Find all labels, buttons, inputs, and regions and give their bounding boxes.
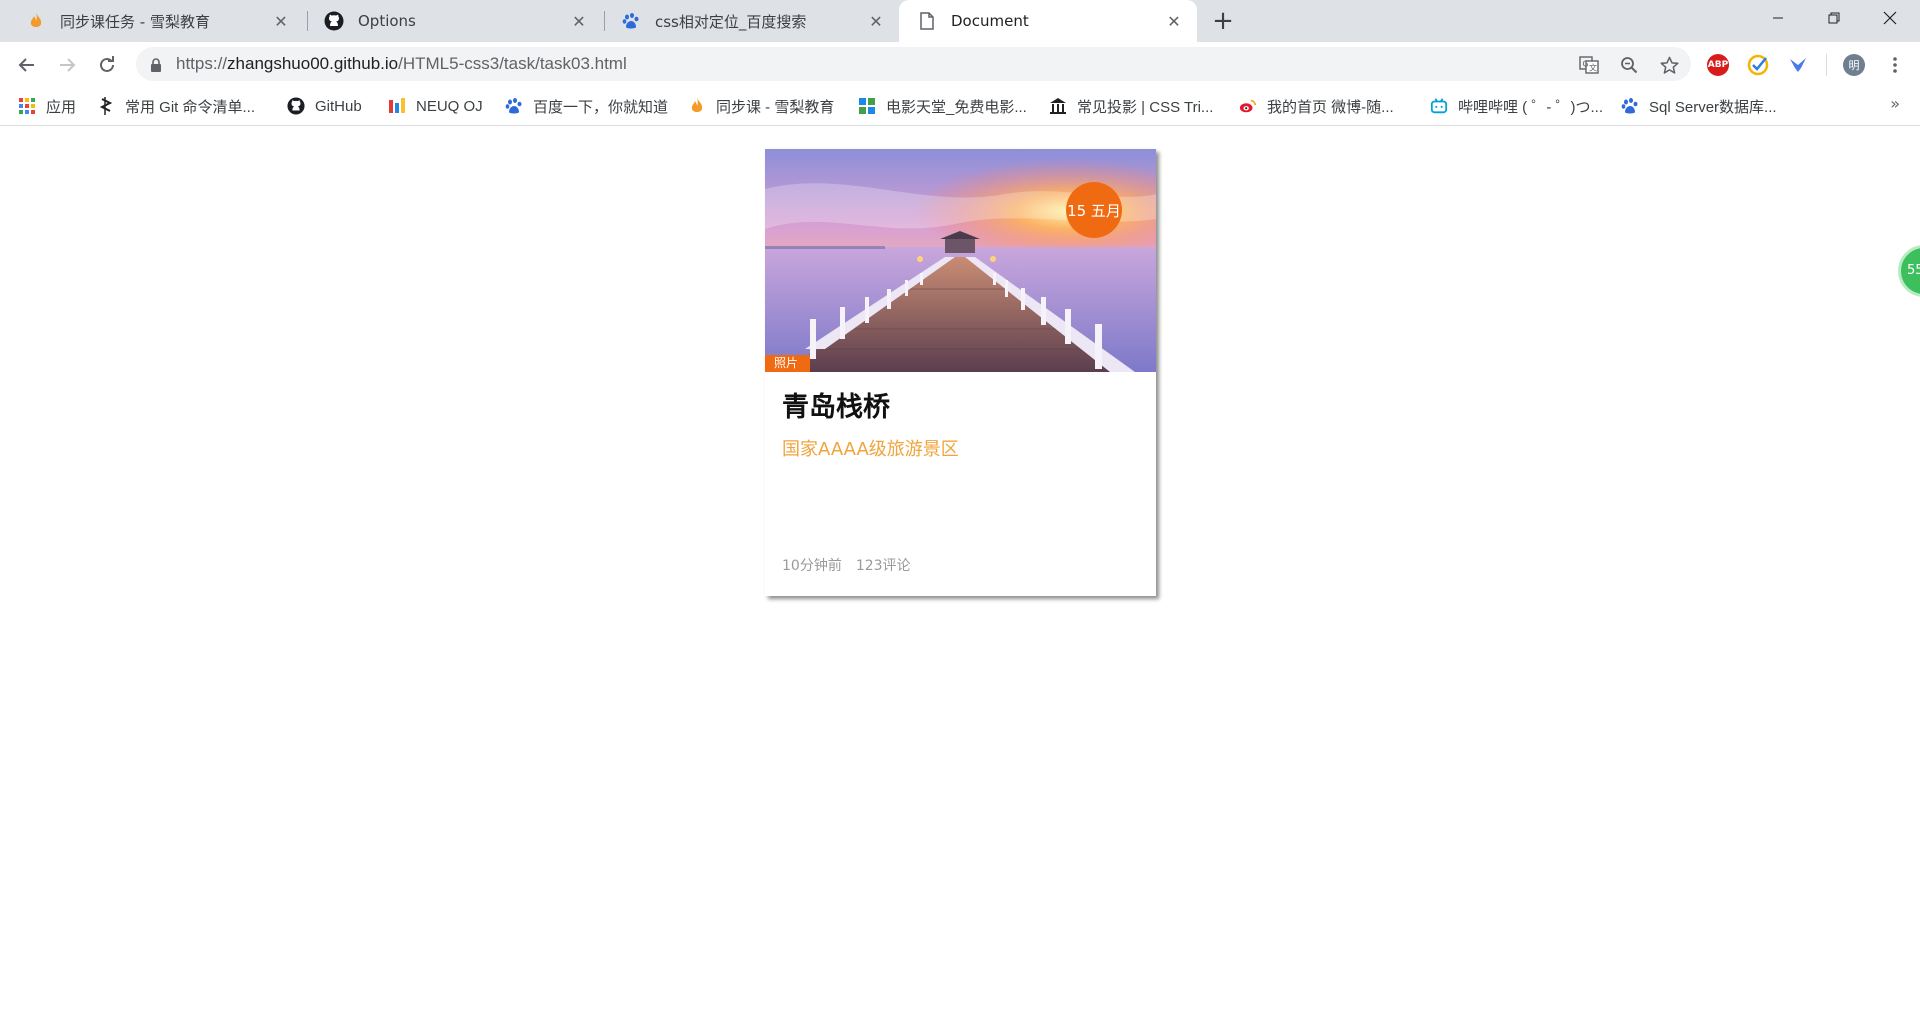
zoom-icon[interactable] bbox=[1619, 55, 1639, 75]
floating-widget-ball[interactable]: 55 bbox=[1898, 245, 1920, 297]
bookmark-label: 哔哩哔哩 ( ゜- ゜)つ... bbox=[1458, 98, 1603, 116]
url-text[interactable]: https://zhangshuo00.github.io/HTML5-css3… bbox=[176, 54, 627, 74]
bookmark-css-tricks[interactable]: 常见投影 | CSS Tri... bbox=[1049, 95, 1213, 117]
tab-document[interactable]: Document ✕ bbox=[899, 0, 1197, 42]
bilibili-icon bbox=[1430, 97, 1448, 115]
git-icon bbox=[97, 97, 115, 115]
menu-button[interactable] bbox=[1880, 50, 1910, 80]
comment-count[interactable]: 123评论 bbox=[856, 558, 911, 574]
bookmark-baidu[interactable]: 百度一下，你就知道 bbox=[505, 95, 668, 117]
url-host: zhangshuo00.github.io bbox=[227, 54, 399, 73]
svg-text:G: G bbox=[1583, 60, 1589, 69]
bookmark-label: 电影天堂_免费电影... bbox=[886, 98, 1027, 116]
tab-options[interactable]: Options ✕ bbox=[298, 0, 602, 42]
adblock-plus-icon[interactable]: ABP bbox=[1707, 54, 1729, 76]
restore-button[interactable] bbox=[1806, 0, 1862, 36]
card-title[interactable]: 青岛栈桥 bbox=[782, 385, 890, 424]
back-button[interactable] bbox=[12, 50, 42, 80]
bookmark-github[interactable]: GitHub bbox=[287, 95, 362, 117]
svg-text:文: 文 bbox=[1589, 63, 1597, 73]
bookmark-weibo[interactable]: 我的首页 微博-随... bbox=[1239, 95, 1394, 117]
bookmark-label: 常用 Git 命令清单... bbox=[125, 98, 256, 116]
bookmarks-overflow-button[interactable]: » bbox=[1890, 94, 1900, 113]
tab-title: css相对定位_百度搜索 bbox=[655, 12, 807, 31]
close-icon[interactable]: ✕ bbox=[865, 10, 887, 32]
browser-toolbar: https://zhangshuo00.github.io/HTML5-css3… bbox=[0, 42, 1920, 86]
neuq-icon bbox=[388, 97, 406, 115]
toolbar-divider bbox=[1826, 54, 1827, 76]
lock-icon[interactable] bbox=[150, 57, 162, 76]
bookmark-label: 应用 bbox=[46, 98, 77, 116]
bookmark-neuq-oj[interactable]: NEUQ OJ bbox=[388, 95, 483, 117]
bookmark-label: 我的首页 微博-随... bbox=[1267, 98, 1394, 116]
bookmark-git-commands[interactable]: 常用 Git 命令清单... bbox=[97, 95, 255, 117]
bookmark-label: NEUQ OJ bbox=[416, 97, 483, 115]
time-ago: 10分钟前 bbox=[782, 558, 842, 574]
reload-button[interactable] bbox=[92, 50, 122, 80]
abp-label: ABP bbox=[1707, 60, 1729, 70]
baidu-paw-icon bbox=[505, 97, 523, 115]
flame-icon bbox=[26, 11, 46, 31]
document-icon bbox=[917, 11, 937, 31]
tab-title: Document bbox=[951, 12, 1029, 30]
movie-icon bbox=[858, 97, 876, 115]
close-icon[interactable]: ✕ bbox=[270, 10, 292, 32]
tab-baidu-search[interactable]: css相对定位_百度搜索 ✕ bbox=[595, 0, 899, 42]
tab-strip: 同步课任务 - 雪梨教育 ✕ Options ✕ css相对定位_百度搜索 ✕ … bbox=[0, 0, 1920, 42]
url-path: /HTML5-css3/task/task03.html bbox=[398, 54, 627, 73]
bookmark-xueli[interactable]: 同步课 - 雪梨教育 bbox=[688, 95, 834, 117]
weibo-icon bbox=[1239, 97, 1257, 115]
tab-title: 同步课任务 - 雪梨教育 bbox=[60, 12, 210, 31]
bookmark-label: 同步课 - 雪梨教育 bbox=[716, 98, 835, 116]
bird-extension-icon[interactable] bbox=[1787, 54, 1809, 76]
minimize-button[interactable] bbox=[1750, 0, 1806, 36]
apps-grid-icon bbox=[18, 97, 36, 115]
kebab-menu-icon bbox=[1893, 57, 1897, 73]
translate-icon[interactable]: G文 bbox=[1579, 55, 1599, 75]
bookmarks-bar: 应用 常用 Git 命令清单... GitHub NEUQ OJ 百度一下，你就… bbox=[0, 86, 1920, 126]
profile-initial: 明 bbox=[1848, 59, 1860, 72]
address-bar[interactable]: https://zhangshuo00.github.io/HTML5-css3… bbox=[136, 47, 1691, 81]
tab-xueli-tasks[interactable]: 同步课任务 - 雪梨教育 ✕ bbox=[0, 0, 304, 42]
new-tab-button[interactable]: + bbox=[1209, 8, 1237, 36]
github-icon bbox=[324, 11, 344, 31]
category-tag[interactable]: 照片 bbox=[765, 355, 810, 372]
bookmark-bilibili[interactable]: 哔哩哔哩 ( ゜- ゜)つ... bbox=[1430, 95, 1603, 117]
bookmark-movie-heaven[interactable]: 电影天堂_免费电影... bbox=[858, 95, 1027, 117]
baidu-paw-icon bbox=[621, 11, 641, 31]
card-subtitle: 国家AAAA级旅游景区 bbox=[782, 439, 959, 460]
date-badge: 15 五月 bbox=[1066, 182, 1122, 238]
arrow-left-icon bbox=[18, 58, 34, 72]
flame-icon bbox=[688, 97, 706, 115]
github-icon bbox=[287, 97, 305, 115]
news-card: 15 五月 照片 青岛栈桥 国家AAAA级旅游景区 10分钟前 123评论 bbox=[765, 149, 1156, 596]
css-tricks-icon bbox=[1049, 97, 1067, 115]
window-close-button[interactable] bbox=[1862, 0, 1918, 36]
reload-icon bbox=[100, 56, 114, 72]
forward-button[interactable] bbox=[52, 50, 82, 80]
card-meta: 10分钟前 123评论 bbox=[782, 555, 911, 575]
bookmark-label: GitHub bbox=[315, 97, 362, 115]
baidu-paw-icon bbox=[1621, 97, 1639, 115]
bookmark-sql-server[interactable]: Sql Server数据库... bbox=[1621, 95, 1777, 117]
arrow-right-icon bbox=[60, 58, 76, 72]
bookmark-label: 百度一下，你就知道 bbox=[533, 98, 669, 116]
star-bookmark-icon[interactable] bbox=[1659, 55, 1679, 75]
bookmark-label: Sql Server数据库... bbox=[1649, 98, 1777, 116]
bookmark-label: 常见投影 | CSS Tri... bbox=[1077, 98, 1214, 116]
bookmark-apps[interactable]: 应用 bbox=[18, 95, 76, 117]
close-icon[interactable]: ✕ bbox=[1163, 10, 1185, 32]
url-scheme: https:// bbox=[176, 54, 228, 73]
profile-avatar[interactable]: 明 bbox=[1843, 54, 1865, 76]
close-icon[interactable]: ✕ bbox=[568, 10, 590, 32]
check-extension-icon[interactable] bbox=[1747, 54, 1769, 76]
tab-title: Options bbox=[358, 12, 416, 30]
